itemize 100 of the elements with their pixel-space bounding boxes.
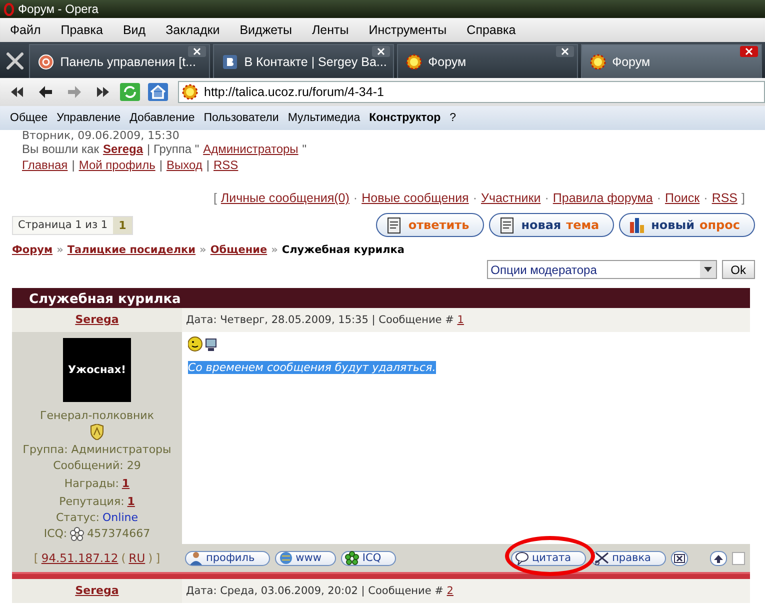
post-number-link[interactable]: 2 [446, 585, 454, 597]
up-arrow-icon [713, 554, 724, 562]
rank-text: Генерал-полковник [40, 408, 154, 424]
forum-link[interactable]: Поиск [665, 191, 700, 205]
author-link[interactable]: Serega [75, 313, 119, 326]
forum-link[interactable]: Правила форума [552, 191, 653, 205]
menu-item[interactable]: Виджеты [230, 23, 302, 37]
forum-link[interactable]: Новые сообщения [362, 191, 469, 205]
awards-label: Награды: [64, 476, 119, 492]
quote-button[interactable]: цитата [510, 550, 586, 566]
panel-menu-item[interactable]: Управление [56, 112, 121, 124]
bracket-text: ( [121, 551, 126, 565]
date-text: Вторник, 09.06.2009, 15:30 [22, 130, 180, 141]
separator-text: · [656, 191, 661, 205]
reputation-link[interactable]: 1 [127, 494, 135, 510]
tab-label: В Контакте | Sergey Ba... [244, 54, 387, 68]
separator-text: · [472, 191, 477, 205]
ok-button[interactable]: Ok [722, 260, 755, 279]
separator-text: · [704, 191, 708, 205]
nav-link[interactable]: Главная [22, 157, 68, 173]
breadcrumb-link[interactable]: Талицкие посиделки [67, 244, 196, 256]
panel-menu-item[interactable]: ? [450, 112, 456, 124]
close-icon[interactable] [372, 46, 390, 57]
login-text: | Группа " [147, 141, 200, 157]
page-button[interactable]: 1 [112, 216, 132, 234]
awards-link[interactable]: 1 [122, 476, 130, 492]
close-icon[interactable] [556, 46, 574, 57]
message-text: Со временем сообщения будут удаляться. [188, 361, 436, 374]
forum-link[interactable]: Личные сообщения(0) [220, 191, 350, 205]
panel-menu-item[interactable]: Общее [10, 112, 48, 124]
author-link[interactable]: Serega [75, 584, 119, 597]
x-box-icon [674, 554, 685, 562]
shield-icon [90, 424, 104, 440]
close-icon[interactable] [740, 46, 758, 57]
icq-button[interactable]: ICQ [341, 550, 396, 566]
group-text: Группа: Администраторы [22, 442, 172, 458]
browser-tab[interactable]: Форум [581, 44, 762, 78]
address-field[interactable]: http://talica.ucoz.ru/forum/4-34-1 [178, 81, 765, 103]
browser-tab[interactable]: Форум [397, 44, 578, 78]
close-icon[interactable] [188, 46, 206, 57]
login-text: " [302, 141, 307, 157]
icq-number: 457374667 [87, 526, 150, 542]
bracket-text: ] [742, 191, 745, 205]
thread-title: Служебная курилка [12, 285, 750, 308]
smiley-computer-icon [188, 336, 218, 352]
forum-link[interactable]: Участники [481, 191, 541, 205]
status-value: Online [102, 510, 138, 526]
new-topic-button[interactable]: новая тема [489, 213, 614, 237]
bracket-text: [ [34, 551, 38, 565]
separator-text: » [271, 244, 278, 256]
breadcrumb-link[interactable]: Форум [12, 244, 53, 256]
home-icon[interactable] [147, 83, 169, 101]
avatar-image: Ужоснах! [63, 338, 131, 402]
globe-icon [278, 551, 293, 565]
tools-icon[interactable] [4, 51, 25, 71]
separator-text: » [56, 244, 64, 256]
nav-link[interactable]: Мой профиль [78, 157, 156, 173]
new-poll-button[interactable]: новый опрос [619, 213, 755, 237]
login-text: Вы вошли как [22, 142, 99, 157]
edit-button[interactable]: правка [591, 550, 666, 566]
www-button[interactable]: www [274, 550, 336, 566]
menu-item[interactable]: Закладки [156, 23, 230, 37]
ip-link[interactable]: 94.51.187.12 [41, 551, 118, 565]
profile-button[interactable]: профиль [185, 550, 270, 566]
panel-menu-item[interactable]: Пользователи [204, 112, 279, 124]
scroll-up-button[interactable] [710, 550, 727, 566]
menu-item[interactable]: Правка [50, 23, 113, 37]
menu-item[interactable]: Вид [112, 23, 156, 37]
nav-link[interactable]: RSS [214, 157, 238, 173]
menu-item[interactable]: Ленты [302, 23, 359, 37]
tab-label: Форум [428, 54, 466, 68]
post-number-link[interactable]: 1 [457, 314, 464, 326]
nav-link[interactable]: Выход [166, 157, 202, 173]
select-checkbox[interactable] [732, 552, 745, 564]
separator-text: | [206, 157, 210, 173]
separator-text: · [353, 191, 358, 205]
group-link[interactable]: Администраторы [203, 141, 298, 157]
window-title: Форум - Opera [18, 2, 98, 16]
document-icon [498, 216, 516, 234]
delete-button[interactable] [671, 550, 688, 566]
document-icon [385, 216, 404, 234]
panel-menu-item[interactable]: Мультимедиа [288, 112, 360, 124]
forum-link[interactable]: RSS [712, 191, 738, 205]
breadcrumb-link[interactable]: Общение [210, 244, 268, 256]
panel-menu-item[interactable]: Добавление [130, 112, 195, 124]
menu-item[interactable]: Справка [456, 23, 526, 37]
panel-menu-item[interactable]: Конструктор [369, 112, 441, 124]
moderator-select[interactable]: Опции модератора [486, 260, 717, 279]
browser-tab[interactable]: В Контакте | Sergey Ba... [213, 44, 394, 78]
reload-icon[interactable] [119, 83, 141, 101]
browser-tab[interactable]: Панель управления [t... [29, 44, 210, 78]
breadcrumb-current: Служебная курилка [282, 244, 405, 256]
icq-label: ICQ: [44, 526, 68, 542]
post-date-text: Дата: Среда, 03.06.2009, 20:02 | Сообщение # [186, 585, 444, 597]
pager-label: Страница 1 из 1 [17, 219, 109, 231]
country-link[interactable]: RU [128, 551, 146, 565]
bar-chart-icon [628, 216, 646, 234]
menu-item[interactable]: Инструменты [358, 23, 457, 37]
username-link[interactable]: Serega [102, 141, 144, 157]
menu-item[interactable]: Файл [0, 23, 51, 37]
